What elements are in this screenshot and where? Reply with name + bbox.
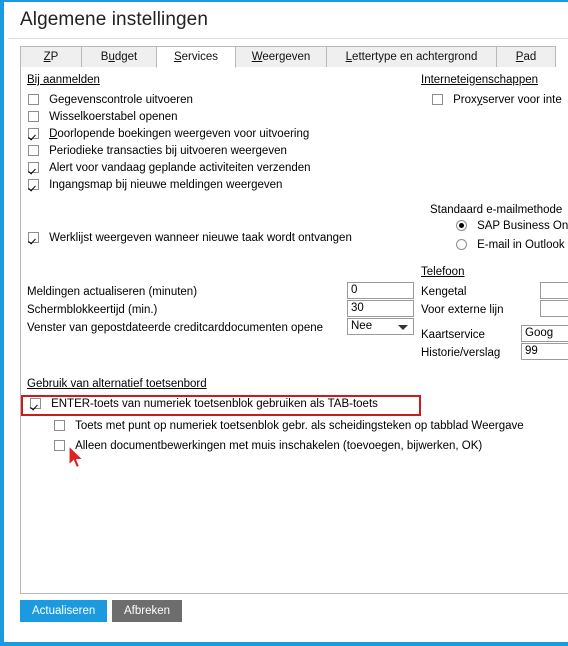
checkbox-periodieke-transacties[interactable] xyxy=(28,145,39,156)
dropdown-venster-creditcarddocumenten[interactable]: Nee xyxy=(347,318,414,335)
radio-sap-business-one[interactable] xyxy=(456,220,467,231)
radio-row-email-in-outlook[interactable]: E-mail in Outlook xyxy=(456,239,565,256)
checkbox-row-punt-toets-scheidingsteken[interactable]: Toets met punt op numeriek toetsenblok g… xyxy=(54,420,524,437)
checkbox-ingangsmap-meldingen[interactable] xyxy=(28,179,39,190)
checkbox-row-ingangsmap[interactable]: Ingangsmap bij nieuwe meldingen weergeve… xyxy=(28,179,282,196)
checkbox-row-gegevenscontrole[interactable]: Gegevenscontrole uitvoeren xyxy=(28,94,193,111)
group-heading-interneteigenschappen: Interneteigenschappen xyxy=(421,74,539,86)
checkbox-row-enter-toets-als-tab[interactable]: ENTER-toets van numeriek toetsenblok geb… xyxy=(30,398,378,415)
checkbox-label: Alert voor vandaag geplande activiteiten… xyxy=(49,162,311,174)
group-heading-standaard-emailmethode: Standaard e-mailmethode xyxy=(430,204,563,216)
tab-strip: ZP Budget Services Weergeven Lettertype … xyxy=(20,46,568,68)
checkbox-row-periodieke-transacties[interactable]: Periodieke transacties bij uitvoeren wee… xyxy=(28,145,287,162)
settings-window: Algemene instellingen ZP Budget Services… xyxy=(0,0,568,646)
field-label-venster-creditcarddocumenten: Venster van gepostdateerde creditcarddoc… xyxy=(27,322,324,334)
checkbox-label: ENTER-toets van numeriek toetsenblok geb… xyxy=(51,398,378,410)
checkbox-punt-toets-scheidingsteken[interactable] xyxy=(54,420,65,431)
input-meldingen-actualiseren[interactable]: 0 xyxy=(347,282,414,299)
input-historie-verslag[interactable]: 99 xyxy=(521,343,568,360)
page-title: Algemene instellingen xyxy=(20,9,208,30)
radio-email-in-outlook[interactable] xyxy=(456,239,467,250)
tab-budget[interactable]: Budget xyxy=(81,46,157,68)
field-label-schermblokkeertijd: Schermblokkeertijd (min.) xyxy=(27,304,158,316)
checkbox-row-proxyserver[interactable]: Proxyserver voor inte xyxy=(432,94,562,111)
tab-services[interactable]: Services xyxy=(156,46,236,68)
tab-weergeven[interactable]: Weergeven xyxy=(235,46,327,68)
group-heading-bij-aanmelden: Bij aanmelden xyxy=(27,74,100,86)
field-label-kengetal: Kengetal xyxy=(421,286,467,298)
dropdown-kaartservice[interactable]: Goog xyxy=(521,325,568,342)
checkbox-label: Werklijst weergeven wanneer nieuwe taak … xyxy=(49,232,352,244)
checkbox-wisselkoerstabel-openen[interactable] xyxy=(28,111,39,122)
group-heading-telefoon: Telefoon xyxy=(421,266,465,278)
checkbox-werklijst-weergeven[interactable] xyxy=(28,232,39,243)
tab-zp-label-rest: P xyxy=(50,51,59,63)
checkbox-label: Gegevenscontrole uitvoeren xyxy=(49,94,193,106)
input-kengetal[interactable] xyxy=(540,282,568,299)
cancel-button[interactable]: Afbreken xyxy=(112,600,183,622)
checkbox-label: Periodieke transacties bij uitvoeren wee… xyxy=(49,145,287,157)
checkbox-alleen-documentbewerkingen[interactable] xyxy=(54,440,65,451)
checkbox-gegevenscontrole-uitvoeren[interactable] xyxy=(28,94,39,105)
checkbox-row-wisselkoerstabel[interactable]: Wisselkoerstabel openen xyxy=(28,111,178,128)
field-label-kaartservice: Kaartservice xyxy=(421,329,485,341)
checkbox-label: Proxyserver voor inte xyxy=(453,94,562,106)
checkbox-label: Wisselkoerstabel openen xyxy=(49,111,178,123)
checkbox-label: Doorlopende boekingen weergeven voor uit… xyxy=(49,128,310,140)
checkbox-label: Toets met punt op numeriek toetsenblok g… xyxy=(75,420,524,432)
checkbox-enter-toets-als-tab[interactable] xyxy=(30,398,41,409)
field-label-voor-externe-lijn: Voor externe lijn xyxy=(421,304,504,316)
update-button[interactable]: Actualiseren xyxy=(20,600,108,622)
checkbox-doorlopende-boekingen[interactable] xyxy=(28,128,39,139)
input-schermblokkeertijd[interactable]: 30 xyxy=(347,300,414,317)
group-heading-alternatief-toetsenbord: Gebruik van alternatief toetsenbord xyxy=(27,378,207,390)
field-label-meldingen-actualiseren: Meldingen actualiseren (minuten) xyxy=(27,286,198,298)
chevron-down-icon xyxy=(398,325,408,330)
radio-label: E-mail in Outlook xyxy=(477,239,565,251)
checkbox-row-werklijst[interactable]: Werklijst weergeven wanneer nieuwe taak … xyxy=(28,232,352,249)
tab-pad[interactable]: Pad xyxy=(496,46,556,68)
radio-row-sap-business-one[interactable]: SAP Business One xyxy=(456,220,568,237)
checkbox-row-alleen-documentbewerkingen[interactable]: Alleen documentbewerkingen met muis insc… xyxy=(54,440,482,457)
dialog-button-bar: Actualiseren Afbreken xyxy=(8,600,568,642)
field-label-historie-verslag: Historie/verslag xyxy=(421,347,501,359)
checkbox-proxyserver[interactable] xyxy=(432,94,443,105)
services-tab-panel: Bij aanmelden Gegevenscontrole uitvoeren… xyxy=(20,67,568,594)
dropdown-value: Goog xyxy=(525,327,554,339)
radio-label: SAP Business One xyxy=(477,220,568,232)
tab-zp[interactable]: ZP xyxy=(20,46,82,68)
checkbox-row-alert-activiteiten[interactable]: Alert voor vandaag geplande activiteiten… xyxy=(28,162,311,179)
window-title-bar: Algemene instellingen xyxy=(8,4,568,39)
checkbox-label: Ingangsmap bij nieuwe meldingen weergeve… xyxy=(49,179,283,191)
checkbox-label: Alleen documentbewerkingen met muis insc… xyxy=(75,440,483,452)
checkbox-alert-activiteiten[interactable] xyxy=(28,162,39,173)
tab-lettertype-en-achtergrond[interactable]: Lettertype en achtergrond xyxy=(326,46,497,68)
input-voor-externe-lijn[interactable] xyxy=(540,300,568,317)
checkbox-row-doorlopende-boekingen[interactable]: Doorlopende boekingen weergeven voor uit… xyxy=(28,128,309,145)
dropdown-value: Nee xyxy=(351,320,373,332)
